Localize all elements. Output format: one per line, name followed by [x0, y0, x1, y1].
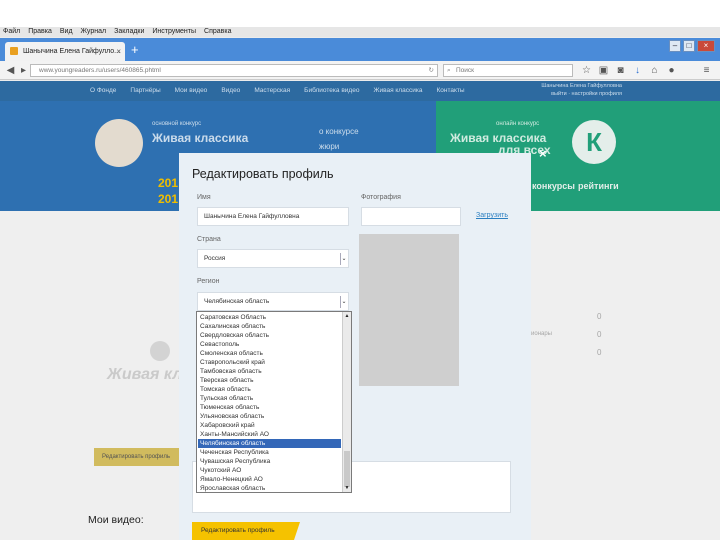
edit-profile-submit-button[interactable]: Редактировать профиль: [192, 522, 294, 540]
browser-tab[interactable]: Шанычина Елена Гайфулло... ×: [5, 42, 125, 61]
country-label: Страна: [197, 236, 221, 243]
region-select[interactable]: Челябинская область ⌄: [197, 292, 349, 311]
clipboard-icon[interactable]: ▣: [597, 64, 610, 77]
region-option[interactable]: Челябинская область: [198, 439, 341, 448]
home-icon[interactable]: ⌂: [648, 64, 661, 77]
menu-view[interactable]: Вид: [60, 27, 73, 37]
forward-icon[interactable]: ▸: [17, 64, 30, 77]
submit-button-tail: [294, 522, 300, 540]
region-option[interactable]: Томская область: [198, 385, 341, 394]
search-placeholder: Поиск: [456, 67, 475, 74]
pocket-icon[interactable]: ◙: [614, 64, 627, 77]
region-value: Челябинская область: [204, 298, 270, 305]
region-option[interactable]: Ставропольский край: [198, 358, 341, 367]
scroll-down-icon[interactable]: ▼: [343, 484, 351, 492]
photo-label: Фотография: [361, 194, 401, 201]
dropdown-scrollbar[interactable]: ▲ ▼: [342, 312, 351, 492]
menu-edit[interactable]: Правка: [28, 27, 52, 37]
minimize-button[interactable]: –: [669, 40, 681, 52]
region-option[interactable]: Тульская область: [198, 394, 341, 403]
search-icon: ⌕: [447, 67, 451, 74]
navigation-bar: ◀ ▸ www.youngreaders.ru/users/460865.pht…: [0, 61, 720, 80]
menu-bar: Файл Правка Вид Журнал Закладки Инструме…: [0, 27, 720, 37]
region-option[interactable]: Чувашская Республика: [198, 457, 341, 466]
name-label: Имя: [197, 194, 211, 201]
tab-close-icon[interactable]: ×: [116, 42, 121, 61]
modal-title: Редактировать профиль: [192, 167, 334, 181]
close-window-button[interactable]: ×: [697, 40, 715, 52]
reload-icon[interactable]: ↻: [429, 65, 434, 76]
search-input[interactable]: ⌕ Поиск: [443, 64, 573, 77]
tab-strip: Шанычина Елена Гайфулло... × + – □ ×: [0, 38, 720, 61]
new-tab-button[interactable]: +: [131, 43, 139, 57]
region-option[interactable]: Тамбовская область: [198, 367, 341, 376]
region-dropdown-list[interactable]: Саратовская Область Сахалинская область Св…: [196, 311, 352, 493]
tab-title: Шанычина Елена Гайфулло...: [23, 48, 121, 55]
download-icon[interactable]: ↓: [631, 64, 644, 77]
menu-file[interactable]: Файл: [3, 27, 20, 37]
region-option[interactable]: Ханты-Мансийский АО: [198, 430, 341, 439]
favicon-icon: [10, 47, 18, 55]
menu-history[interactable]: Журнал: [81, 27, 107, 37]
menu-help[interactable]: Справка: [204, 27, 231, 37]
menu-bookmarks[interactable]: Закладки: [114, 27, 144, 37]
region-option[interactable]: Тюменская область: [198, 403, 341, 412]
photo-placeholder: [359, 234, 459, 386]
menu-tools[interactable]: Инструменты: [152, 27, 196, 37]
chevron-down-icon: ⌄: [340, 296, 347, 308]
region-option[interactable]: Смоленская область: [198, 349, 341, 358]
region-option[interactable]: Тверская область: [198, 376, 341, 385]
close-icon[interactable]: ×: [539, 147, 549, 160]
address-bar[interactable]: www.youngreaders.ru/users/460865.phtml ↻: [30, 64, 438, 77]
upload-link[interactable]: Загрузить: [476, 212, 508, 219]
country-value: Россия: [204, 255, 226, 262]
window-controls: – □ ×: [669, 40, 715, 52]
url-text: www.youngreaders.ru/users/460865.phtml: [39, 67, 161, 74]
region-option[interactable]: Ярославская область: [198, 484, 341, 492]
scroll-up-icon[interactable]: ▲: [343, 312, 351, 320]
bookmark-star-icon[interactable]: ☆: [580, 64, 593, 77]
scrollbar-thumb[interactable]: [344, 451, 350, 487]
maximize-button[interactable]: □: [683, 40, 695, 52]
back-icon[interactable]: ◀: [4, 64, 17, 77]
region-option[interactable]: Чеченская Республика: [198, 448, 341, 457]
region-option[interactable]: Чукотский АО: [198, 466, 341, 475]
region-option[interactable]: Сахалинская область: [198, 322, 341, 331]
menu-icon[interactable]: ≡: [700, 64, 713, 77]
region-option[interactable]: Севастополь: [198, 340, 341, 349]
region-option[interactable]: Саратовская Область: [198, 313, 341, 322]
region-option[interactable]: Ямало-Ненецкий АО: [198, 475, 341, 484]
name-input[interactable]: Шанычина Елена Гайфулловна: [197, 207, 349, 226]
region-option[interactable]: Хабаровский край: [198, 421, 341, 430]
region-label: Регион: [197, 278, 220, 285]
photo-file-input[interactable]: [361, 207, 461, 226]
region-option[interactable]: Ульяновская область: [198, 412, 341, 421]
country-select[interactable]: Россия ⌄: [197, 249, 349, 268]
chat-icon[interactable]: ●: [665, 64, 678, 77]
region-option[interactable]: Свердловская область: [198, 331, 341, 340]
chevron-down-icon: ⌄: [340, 253, 347, 265]
